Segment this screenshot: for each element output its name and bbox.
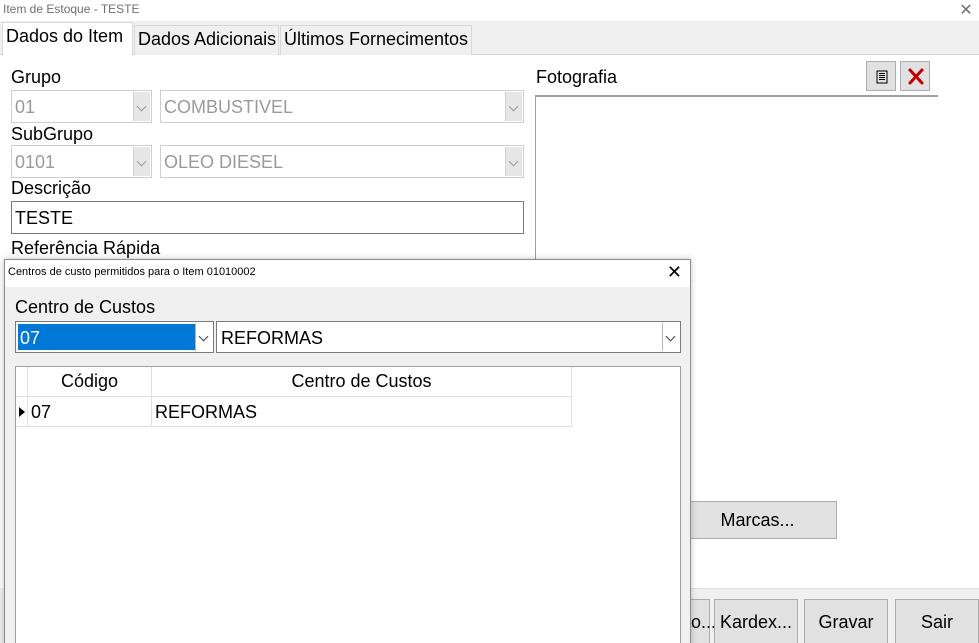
- tab-ultimos-fornecimentos[interactable]: Últimos Fornecimentos: [280, 25, 472, 55]
- centro-custos-label: Centro de Custos: [15, 297, 156, 317]
- subgrupo-name-select[interactable]: OLEO DIESEL: [160, 145, 524, 178]
- centros-custo-dialog: Centros de custo permitidos para o Item …: [4, 259, 691, 643]
- selected-name-value: REFORMAS: [221, 328, 324, 348]
- photo-frame-left: [535, 95, 536, 265]
- photo-frame-top: [536, 95, 938, 97]
- column-header-centro-custos[interactable]: Centro de Custos: [152, 367, 572, 397]
- descricao-value: TESTE: [15, 208, 74, 228]
- window-close-icon[interactable]: ✕: [957, 0, 975, 20]
- chevron-down-icon[interactable]: [662, 323, 679, 351]
- grupo-label: Grupo: [11, 67, 62, 87]
- window-title: Item de Estoque - TESTE: [3, 2, 140, 16]
- grupo-code-select[interactable]: 01: [11, 90, 152, 123]
- marcas-button-label: Marcas...: [720, 510, 795, 530]
- list-icon: [876, 70, 888, 84]
- sair-button-label: Sair: [920, 612, 953, 632]
- gravar-button[interactable]: Gravar: [804, 599, 888, 643]
- subgrupo-label: SubGrupo: [11, 124, 94, 144]
- tab-dados-do-item[interactable]: Dados do Item: [2, 22, 133, 56]
- kardex-button[interactable]: Kardex...: [714, 599, 798, 643]
- centro-custo-name-select[interactable]: REFORMAS: [216, 321, 681, 353]
- descricao-label: Descrição: [11, 178, 92, 198]
- row-header-corner: [16, 367, 28, 397]
- table-cell-codigo[interactable]: 07: [28, 397, 152, 427]
- tab-dados-adicionais[interactable]: Dados Adicionais: [134, 25, 279, 55]
- chevron-down-icon[interactable]: [133, 92, 150, 121]
- descricao-input[interactable]: TESTE: [11, 201, 524, 234]
- fotografia-label: Fotografia: [536, 67, 618, 87]
- dialog-title: Centros de custo permitidos para o Item …: [8, 266, 256, 278]
- sair-button[interactable]: Sair: [895, 599, 979, 643]
- chevron-down-icon[interactable]: [133, 147, 150, 176]
- delete-x-icon: [908, 68, 924, 85]
- grupo-name-value: COMBUSTIVEL: [164, 97, 294, 117]
- column-header-codigo[interactable]: Código: [28, 367, 152, 397]
- marcas-button[interactable]: Marcas...: [678, 501, 837, 539]
- tab-strip: Dados do Item Dados Adicionais Últimos F…: [0, 21, 979, 56]
- chevron-down-icon[interactable]: [195, 323, 212, 351]
- subgrupo-name-value: OLEO DIESEL: [164, 152, 284, 172]
- chevron-down-icon[interactable]: [505, 147, 522, 176]
- dialog-titlebar: Centros de custo permitidos para o Item …: [5, 260, 690, 287]
- referencia-rapida-label: Referência Rápida: [11, 238, 161, 258]
- grupo-code-value: 01: [15, 97, 36, 117]
- photo-delete-button[interactable]: [900, 61, 930, 91]
- gravar-button-label: Gravar: [818, 612, 874, 632]
- chevron-down-icon[interactable]: [505, 92, 522, 121]
- table-cell-centro[interactable]: REFORMAS: [152, 397, 572, 427]
- row-selector[interactable]: [16, 397, 28, 427]
- centro-custo-code-select[interactable]: 07: [15, 321, 214, 353]
- grupo-name-select[interactable]: COMBUSTIVEL: [160, 90, 524, 123]
- dialog-close-icon[interactable]: ✕: [667, 262, 682, 283]
- window-titlebar: Item de Estoque - TESTE ✕: [0, 0, 979, 20]
- kardex-button-label: Kardex...: [719, 612, 793, 632]
- current-row-arrow-icon: [19, 407, 25, 417]
- bottom-button-bar: o... Kardex... Gravar Sair: [680, 588, 979, 643]
- selected-code-value: 07: [20, 328, 41, 348]
- photo-list-button[interactable]: [866, 61, 896, 91]
- centros-custo-grid[interactable]: Código Centro de Custos 07 REFORMAS: [15, 366, 681, 643]
- selected-code-highlight: 07: [18, 324, 195, 350]
- subgrupo-code-value: 0101: [15, 152, 56, 172]
- subgrupo-code-select[interactable]: 0101: [11, 145, 152, 178]
